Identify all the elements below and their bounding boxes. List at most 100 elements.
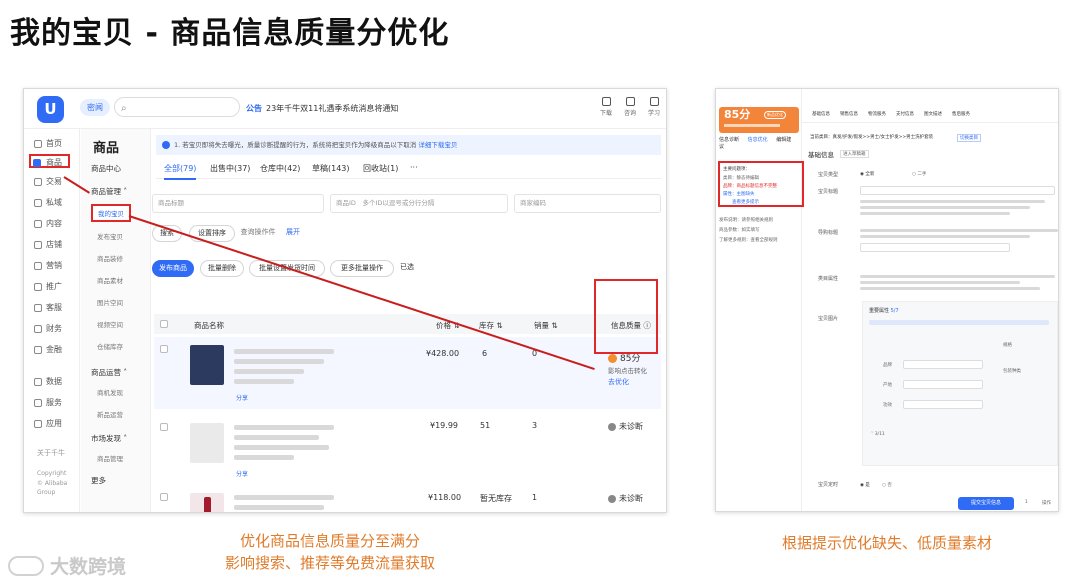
publish-button[interactable]: 发布商品 bbox=[152, 260, 194, 277]
nav-product[interactable]: 商品 bbox=[29, 154, 70, 168]
tip-link[interactable]: 详细下载宝贝 bbox=[418, 141, 457, 149]
row-checkbox[interactable] bbox=[160, 345, 168, 353]
sub-group-market[interactable]: 市场发现 ˄ bbox=[91, 433, 127, 444]
side-tip[interactable]: 发布说明：请参照相关规则 bbox=[719, 217, 773, 223]
row-checkbox[interactable] bbox=[160, 423, 168, 431]
nav-service[interactable]: 客服 bbox=[32, 301, 76, 315]
tab-recycle[interactable]: 回收站(1) bbox=[363, 163, 398, 174]
share-link[interactable]: 分享 bbox=[236, 393, 248, 402]
nav-apps[interactable]: 应用 bbox=[32, 417, 76, 431]
nav-finance[interactable]: 财务 bbox=[32, 322, 76, 336]
side-tip[interactable]: 了解更多规则：查看全部规则 bbox=[719, 237, 778, 243]
brand-select[interactable] bbox=[903, 360, 983, 369]
nav-services[interactable]: 服务 bbox=[32, 396, 76, 410]
sub-more[interactable]: 更多 bbox=[91, 475, 106, 486]
product-thumbnail[interactable] bbox=[190, 423, 224, 463]
consult-button[interactable]: 咨询 bbox=[620, 97, 640, 117]
tab-selling[interactable]: 出售中(37) bbox=[210, 163, 250, 174]
product-thumbnail[interactable] bbox=[190, 345, 224, 385]
sub-item-decoration[interactable]: 商品装修 bbox=[97, 253, 123, 263]
nav-basic[interactable]: 基础信息 bbox=[812, 111, 830, 117]
expand-button[interactable]: 展开 bbox=[280, 225, 306, 242]
guide-title-input[interactable] bbox=[860, 243, 1010, 252]
nav-marketing[interactable]: 营销 bbox=[32, 259, 76, 273]
table-row[interactable]: 分享 ¥428.00 6 0 85分 影响点击转化 去优化 bbox=[154, 337, 661, 409]
col-sales[interactable]: 销量 ⇅ bbox=[534, 320, 558, 331]
table-row[interactable]: 分享 ¥118.00 暂无库存 1 未诊断 bbox=[154, 487, 661, 512]
sub-item-videos[interactable]: 视频空间 bbox=[97, 319, 123, 329]
sub-group-manage[interactable]: 商品管理 ˄ bbox=[91, 186, 127, 197]
more-batch-button[interactable]: 更多批量操作 bbox=[330, 260, 394, 277]
search-input[interactable]: ⌕ bbox=[114, 97, 240, 117]
sub-item-discover[interactable]: 商机发现 bbox=[97, 387, 123, 397]
tab-warehouse[interactable]: 仓库中(42) bbox=[260, 163, 300, 174]
submit-button[interactable]: 提交宝贝信息 bbox=[958, 497, 1014, 510]
nav-description[interactable]: 图文描述 bbox=[924, 111, 942, 117]
share-link[interactable]: 分享 bbox=[236, 469, 248, 478]
sub-item-images[interactable]: 图片空间 bbox=[97, 297, 123, 307]
col-stock[interactable]: 库存 ⇅ bbox=[479, 320, 503, 331]
row-checkbox[interactable] bbox=[160, 493, 168, 501]
radio-no[interactable]: ○ 否 bbox=[882, 482, 892, 488]
table-header: 商品名称 价格 ⇅ 库存 ⇅ 销量 ⇅ 信息质量 ⓘ bbox=[154, 314, 661, 334]
sub-item-publish[interactable]: 发布宝贝 bbox=[97, 231, 123, 241]
issues-more-link[interactable]: 查看更多提示 bbox=[732, 199, 759, 205]
nav-aftersale[interactable]: 售后服务 bbox=[952, 111, 970, 117]
optimize-link[interactable]: 去优化 bbox=[608, 377, 629, 387]
learn-button[interactable]: 学习 bbox=[644, 97, 664, 117]
sub-item-inventory[interactable]: 仓储库存 bbox=[97, 341, 123, 351]
attr-effect: 功效 bbox=[883, 403, 892, 408]
nav-private[interactable]: 私域 bbox=[32, 196, 76, 210]
nav-logistics[interactable]: 物流服务 bbox=[868, 111, 886, 117]
tab-draft[interactable]: 草稿(143) bbox=[312, 163, 350, 174]
about-link[interactable]: 关于千牛 bbox=[37, 449, 65, 458]
nav-sales[interactable]: 销售信息 bbox=[840, 111, 858, 117]
issue-item[interactable]: 类目：静态待编辑 bbox=[723, 175, 759, 181]
filter-code[interactable]: 商家编码 bbox=[514, 194, 661, 213]
sales: 3 bbox=[532, 421, 538, 430]
issue-item[interactable]: 品牌：商品标题信息不完整 bbox=[723, 183, 777, 189]
origin-select[interactable] bbox=[903, 380, 983, 389]
select-all-checkbox[interactable] bbox=[160, 320, 168, 328]
batch-delete-button[interactable]: 批量删除 bbox=[200, 260, 244, 277]
filter-title[interactable]: 商品标题 bbox=[152, 194, 324, 213]
sub-item-material[interactable]: 商品素材 bbox=[97, 275, 123, 285]
radio-yes[interactable]: ◉ 是 bbox=[860, 482, 870, 488]
attr-brand: 品牌 bbox=[883, 363, 892, 368]
query-button[interactable]: 查询操作件 bbox=[236, 225, 280, 242]
filter-id[interactable]: 商品ID 多个ID以逗号或分行分隔 bbox=[330, 194, 508, 213]
nav-store[interactable]: 店铺 bbox=[32, 238, 76, 252]
tab-all[interactable]: 全部(79) bbox=[164, 163, 197, 180]
tab-optimize[interactable]: 信息优化 bbox=[748, 137, 768, 143]
operation-link[interactable]: 操作 bbox=[1042, 500, 1051, 506]
sort-button[interactable]: 设置排序 bbox=[189, 225, 235, 242]
qianniu-logo[interactable]: U bbox=[37, 96, 64, 123]
nav-home[interactable]: 首页 bbox=[32, 137, 76, 151]
sub-group-ops[interactable]: 商品运营 ˄ bbox=[91, 367, 127, 378]
nav-payment[interactable]: 支付信息 bbox=[896, 111, 914, 117]
nav-money[interactable]: 金融 bbox=[32, 343, 76, 357]
sub-item-my-products[interactable]: 我的宝贝 bbox=[91, 204, 131, 222]
sub-item-new-ops[interactable]: 新品运营 bbox=[97, 409, 123, 419]
tab-diagnosis[interactable]: 信息诊断 bbox=[719, 137, 739, 143]
draft-button[interactable]: 进入草稿箱 bbox=[840, 150, 869, 158]
nav-data[interactable]: 数据 bbox=[32, 375, 76, 389]
issue-item[interactable]: 属性：主图缺失 bbox=[723, 191, 755, 197]
radio-used[interactable]: ○ 二手 bbox=[912, 171, 926, 177]
nav-promotion[interactable]: 推广 bbox=[32, 280, 76, 294]
download-button[interactable]: 下载 bbox=[596, 97, 616, 117]
sub-item-market-manage[interactable]: 商品管理 bbox=[97, 453, 123, 463]
radio-new[interactable]: ◉ 全新 bbox=[860, 171, 874, 177]
account-chip[interactable]: 密闻 bbox=[80, 99, 110, 116]
table-row[interactable]: 分享 ¥19.99 51 3 未诊断 bbox=[154, 415, 661, 485]
score-badge[interactable]: 新品优化 bbox=[764, 111, 786, 119]
sub-group-center[interactable]: 商品中心 bbox=[91, 163, 121, 174]
nav-content[interactable]: 内容 bbox=[32, 217, 76, 231]
notice-bar[interactable]: 公告 23年千牛双11礼遇季系统消息将通知 bbox=[246, 103, 398, 114]
tab-more[interactable]: ··· bbox=[410, 163, 418, 172]
switch-category-button[interactable]: 切换类目 bbox=[957, 134, 981, 142]
title-input[interactable] bbox=[860, 186, 1055, 195]
side-tip[interactable]: 商品参数：如实填写 bbox=[719, 227, 760, 233]
effect-select[interactable] bbox=[903, 400, 983, 409]
attr-count-more[interactable]: ˅ 3/11 bbox=[871, 432, 885, 437]
